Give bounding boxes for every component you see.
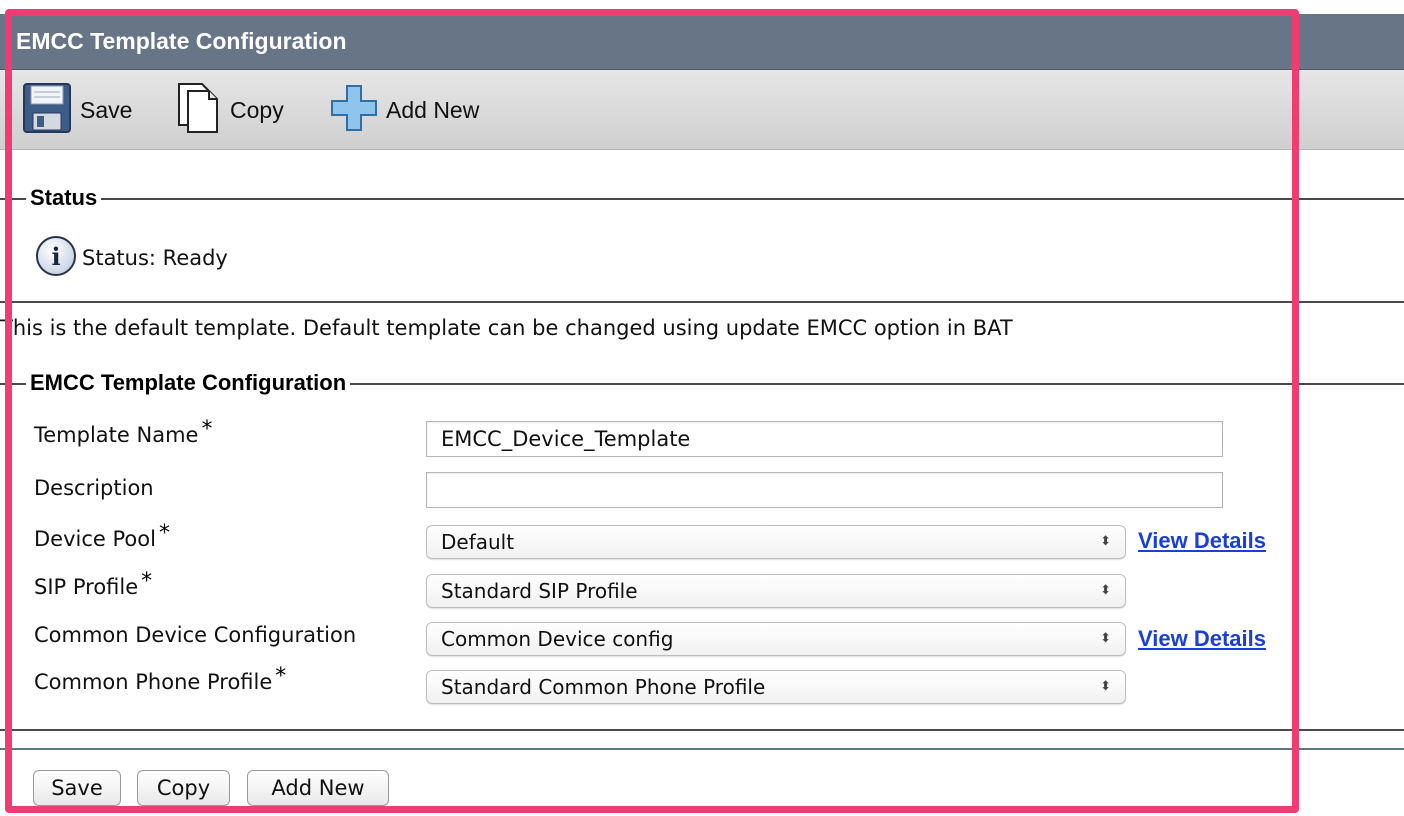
common-device-config-view-details-link[interactable]: View Details (1138, 626, 1266, 652)
status-legend: Status (26, 185, 102, 211)
title-bar: EMCC Template Configuration (0, 14, 1404, 70)
default-template-info: This is the default template. Default te… (0, 316, 1013, 340)
toolbar-copy-label: Copy (230, 96, 284, 123)
template-name-input[interactable]: EMCC_Device_Template (426, 421, 1223, 457)
device-pool-label: Device Pool * (34, 521, 170, 551)
updown-arrow-icon: ⬍ (1100, 631, 1111, 646)
required-marker: * (141, 569, 153, 594)
svg-text:i: i (51, 242, 60, 271)
floppy-disk-icon (22, 82, 72, 138)
config-legend: EMCC Template Configuration (26, 370, 351, 396)
page-title: EMCC Template Configuration (16, 28, 347, 54)
status-text: Status: Ready (82, 246, 228, 270)
description-label: Description (34, 476, 154, 500)
footer-divider (0, 748, 1404, 750)
status-fieldset-border (0, 198, 1404, 200)
bottom-copy-button[interactable]: Copy (137, 770, 230, 806)
template-name-label: Template Name * (34, 417, 213, 447)
updown-arrow-icon: ⬍ (1100, 583, 1111, 598)
common-phone-profile-select[interactable]: Standard Common Phone Profile ⬍ (426, 670, 1126, 704)
toolbar-save-label: Save (80, 96, 133, 123)
bottom-add-new-button[interactable]: Add New (247, 770, 389, 806)
toolbar: Save Copy Add New (0, 70, 1404, 150)
updown-arrow-icon: ⬍ (1100, 679, 1111, 694)
sip-profile-label: SIP Profile * (34, 569, 153, 599)
updown-arrow-icon: ⬍ (1100, 534, 1111, 549)
device-pool-select[interactable]: Default ⬍ (426, 525, 1126, 559)
common-device-config-select[interactable]: Common Device config ⬍ (426, 622, 1126, 656)
device-pool-view-details-link[interactable]: View Details (1138, 528, 1266, 554)
toolbar-add-new-button[interactable]: Add New (330, 70, 479, 150)
config-fieldset-bottom (0, 729, 1404, 731)
toolbar-add-new-label: Add New (386, 96, 480, 123)
common-device-config-label: Common Device Configuration (34, 623, 357, 647)
plus-icon (330, 84, 378, 136)
description-input[interactable] (426, 472, 1223, 508)
sip-profile-select[interactable]: Standard SIP Profile ⬍ (426, 574, 1126, 608)
copy-document-icon (176, 81, 222, 139)
required-marker: * (158, 521, 170, 546)
toolbar-save-button[interactable]: Save (22, 70, 132, 150)
common-phone-profile-label: Common Phone Profile * (34, 664, 287, 694)
status-row: i Status: Ready (34, 236, 228, 280)
required-marker: * (275, 664, 287, 689)
status-fieldset-bottom (0, 301, 1404, 303)
required-marker: * (201, 417, 213, 442)
info-icon: i (34, 234, 78, 282)
toolbar-copy-button[interactable]: Copy (176, 70, 284, 150)
bottom-save-button[interactable]: Save (33, 770, 121, 806)
top-strip (0, 0, 1404, 10)
